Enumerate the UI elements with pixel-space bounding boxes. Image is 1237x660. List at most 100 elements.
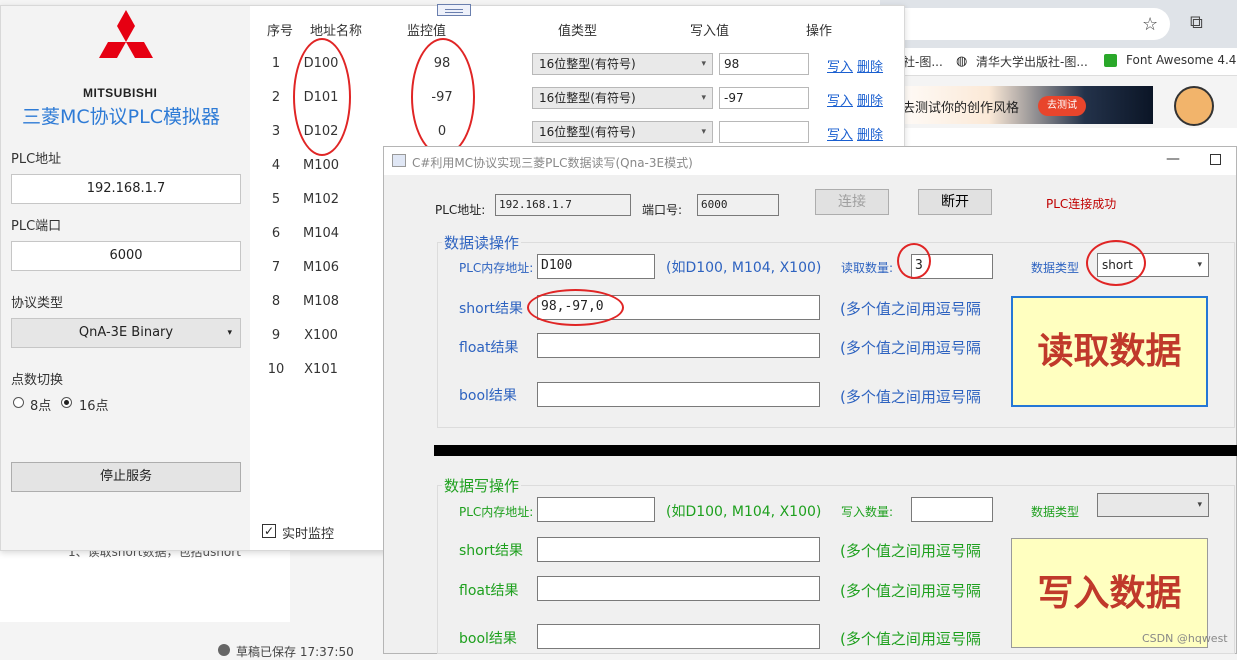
window-title: C#利用MC协议实现三菱PLC数据读写(Qna-3E模式) [412,156,693,170]
row-no: 4 [271,158,281,173]
port-field[interactable]: 6000 [11,241,241,271]
plc-addr-field[interactable]: 192.168.1.7 [495,194,631,216]
editor-toolbar [880,128,1237,148]
annotation-ellipse [527,289,624,326]
read-count-label: 读取数量: [841,261,894,275]
write-bool-hint: (多个值之间用逗号隔 [840,630,981,648]
write-short-input[interactable] [537,537,820,562]
col-header-value: 监控值 [407,24,447,39]
write-example: (如D100, M104, X100) [666,504,822,520]
star-icon[interactable]: ☆ [1142,14,1158,35]
annotation-ellipse [293,38,351,156]
port-field[interactable]: 6000 [697,194,779,216]
write-bool-input[interactable] [537,624,820,649]
annotation-ellipse [411,38,475,156]
row-write-input[interactable]: -97 [719,87,809,109]
read-float-hint: (多个值之间用逗号隔 [840,339,981,357]
points-label: 点数切换 [11,373,64,388]
connect-button[interactable]: 连接 [815,189,889,215]
monitor-checkbox[interactable]: ✓ [262,524,276,538]
write-short-label: short结果 [459,543,523,559]
ad-button[interactable]: 去测试 [1038,96,1086,116]
ip-field[interactable]: 192.168.1.7 [11,174,241,204]
bookmark-item[interactable]: 社-图... [903,53,943,70]
chevron-down-icon: ▾ [1197,260,1202,270]
mitsubishi-logo-icon [99,10,153,58]
drag-handle[interactable] [437,4,471,16]
protocol-select[interactable]: QnA-3E Binary ▾ [11,318,241,348]
row-write-input[interactable]: 98 [719,53,809,75]
bookmark-item[interactable]: Font Awesome 4.4... [1126,53,1237,67]
avatar[interactable] [1174,86,1214,126]
port-label: 端口号: [642,203,683,217]
maximize-icon[interactable] [1210,154,1221,165]
row-type-select[interactable]: 16位整型(有符号) ▾ [532,87,713,109]
write-count-label: 写入数量: [841,505,894,519]
write-short-hint: (多个值之间用逗号隔 [840,542,981,560]
chevron-down-icon: ▾ [701,59,706,69]
row-no: 7 [271,260,281,275]
write-group-title: 数据写操作 [442,475,522,496]
minimize-icon[interactable]: — [1166,151,1180,167]
plc-addr-label: PLC地址: [435,203,486,217]
read-bool-hint: (多个值之间用逗号隔 [840,388,981,406]
blog-editor [0,550,290,622]
row-write-link[interactable]: 写入 [827,90,853,109]
write-float-hint: (多个值之间用逗号隔 [840,582,981,600]
row-delete-link[interactable]: 删除 [857,56,883,75]
annotation-ellipse [1086,240,1146,286]
row-type-select[interactable]: 16位整型(有符号) ▾ [532,53,713,75]
address-bar[interactable] [880,8,1170,40]
monitor-label: 实时监控 [282,527,335,542]
radio-16-label: 16点 [79,399,109,414]
row-delete-link[interactable]: 删除 [857,90,883,109]
row-write-link[interactable]: 写入 [827,56,853,75]
chevron-down-icon: ▾ [1197,500,1202,510]
col-header-op: 操作 [806,24,833,39]
read-bool-output[interactable] [537,382,820,407]
row-no: 8 [271,294,281,309]
read-short-hint: (多个值之间用逗号隔 [840,300,981,318]
row-type-value: 16位整型(有符号) [539,125,636,139]
read-type-label: 数据类型 [1031,261,1080,275]
read-float-output[interactable] [537,333,820,358]
read-mem-input[interactable]: D100 [537,254,655,279]
row-address: M100 [302,158,340,173]
bookmark-item[interactable]: 清华大学出版社-图... [976,53,1088,70]
radio-16[interactable] [61,397,72,408]
ad-text: 去测试你的创作风格 [902,101,1020,116]
read-data-button[interactable]: 读取数据 [1011,296,1208,407]
col-header-write: 写入值 [690,24,730,39]
extensions-icon[interactable]: ⧉ [1190,12,1203,33]
write-count-input[interactable] [911,497,993,522]
annotation-ellipse [897,243,931,279]
radio-8[interactable] [13,397,24,408]
write-float-input[interactable] [537,576,820,601]
stop-service-button[interactable]: 停止服务 [11,462,241,492]
section-divider [434,445,1237,456]
disconnect-button[interactable]: 断开 [918,189,992,215]
write-float-label: float结果 [459,583,519,599]
chevron-down-icon: ▾ [701,127,706,137]
col-header-no: 序号 [267,24,294,39]
row-type-select[interactable]: 16位整型(有符号) ▾ [532,121,713,143]
draft-status: 草稿已保存 17:37:50 [236,645,354,659]
row-no: 6 [271,226,281,241]
row-no: 2 [271,90,281,105]
port-label: PLC端口 [11,219,62,234]
chevron-down-icon: ▾ [227,328,232,338]
row-write-input[interactable] [719,121,809,143]
row-delete-link[interactable]: 删除 [857,124,883,143]
row-no: 1 [271,56,281,71]
globe-icon: ◍ [956,54,968,69]
row-write-link[interactable]: 写入 [827,124,853,143]
app-title: 三菱MC协议PLC模拟器 [22,106,220,128]
row-address: M102 [302,192,340,207]
row-no: 3 [271,124,281,139]
status-text: PLC连接成功 [1046,197,1117,211]
check-icon [218,644,230,656]
row-address: M104 [302,226,340,241]
write-mem-input[interactable] [537,497,655,522]
write-type-select[interactable]: ▾ [1097,493,1209,517]
row-no: 10 [267,362,285,377]
